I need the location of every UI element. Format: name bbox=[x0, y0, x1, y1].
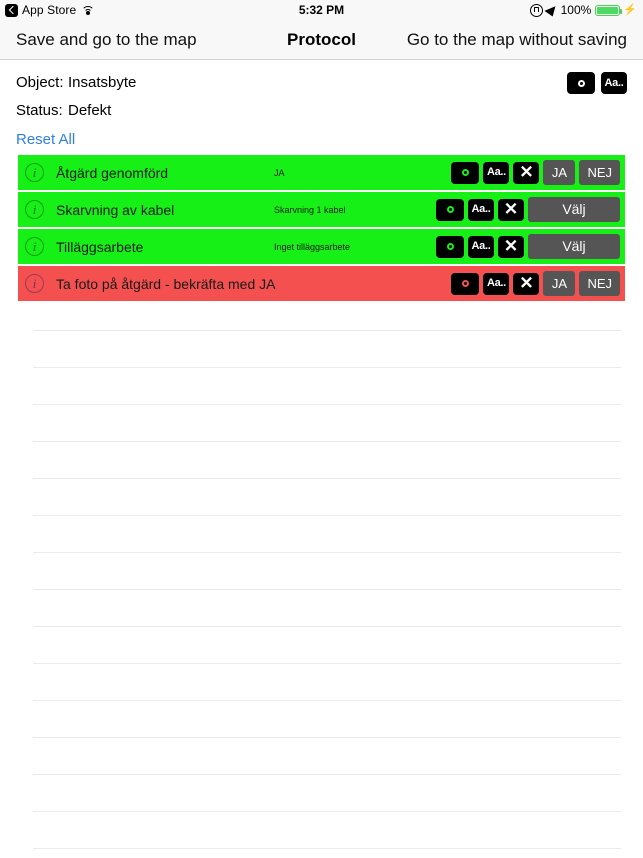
protocol-row-actions: Aa.. ✕ Välj bbox=[436, 234, 620, 259]
protocol-row-list: i Åtgärd genomförd JA Aa.. ✕ JA NEJ i Skarvning … bbox=[0, 155, 643, 301]
list-separator bbox=[33, 552, 621, 553]
row-choice-button[interactable]: Välj bbox=[528, 197, 620, 222]
list-separator bbox=[33, 774, 621, 775]
protocol-row-actions: Aa.. ✕ Välj bbox=[436, 197, 620, 222]
status-bar-left[interactable]: App Store bbox=[5, 3, 95, 17]
object-value: Insatsbyte bbox=[68, 74, 137, 91]
info-circle-icon[interactable]: i bbox=[25, 200, 44, 219]
list-separator bbox=[33, 367, 621, 368]
protocol-row-value: Inget tilläggsarbete bbox=[274, 241, 351, 252]
lightning-bolt-icon: ⚡ bbox=[623, 3, 637, 16]
list-separator bbox=[33, 515, 621, 516]
row-choice-button[interactable]: Välj bbox=[528, 234, 620, 259]
list-separator bbox=[33, 848, 621, 849]
text-note-icon[interactable]: Aa.. bbox=[468, 235, 494, 258]
protocol-row-actions: Aa.. ✕ JA NEJ bbox=[451, 271, 620, 296]
chevron-left-icon[interactable] bbox=[5, 3, 18, 17]
row-choice-button[interactable]: NEJ bbox=[579, 160, 620, 185]
list-separator bbox=[33, 626, 621, 627]
camera-icon[interactable] bbox=[436, 235, 464, 258]
list-separator bbox=[33, 663, 621, 664]
status-row: Status: Defekt bbox=[16, 102, 643, 119]
text-note-icon[interactable]: Aa.. bbox=[468, 198, 494, 221]
empty-list-area bbox=[0, 308, 643, 858]
protocol-row[interactable]: i Ta foto på åtgärd - bekräfta med JA Aa..… bbox=[18, 266, 625, 301]
navigation-bar: Save and go to the map Protocol Go to th… bbox=[0, 20, 643, 60]
battery-percent-label: 100% bbox=[560, 3, 592, 17]
returning-app-label[interactable]: App Store bbox=[22, 3, 76, 17]
protocol-row-label: Tilläggsarbete bbox=[56, 238, 144, 255]
wifi-icon bbox=[81, 5, 95, 15]
camera-icon[interactable] bbox=[451, 272, 480, 295]
object-row: Object: Insatsbyte bbox=[16, 74, 643, 91]
save-and-go-to-map-button[interactable]: Save and go to the map bbox=[16, 30, 197, 50]
protocol-row-actions: Aa.. ✕ JA NEJ bbox=[451, 160, 620, 185]
protocol-row-label: Åtgärd genomförd bbox=[56, 164, 169, 181]
close-x-icon[interactable]: ✕ bbox=[498, 198, 524, 221]
list-separator bbox=[33, 330, 621, 331]
text-note-icon[interactable]: Aa.. bbox=[483, 272, 510, 295]
go-to-map-without-saving-button[interactable]: Go to the map without saving bbox=[407, 30, 627, 50]
battery-full-icon bbox=[595, 4, 623, 16]
status-bar: App Store 5:32 PM 100% ⚡ bbox=[0, 0, 643, 20]
protocol-row-value: JA bbox=[274, 167, 285, 178]
protocol-header: Object: Insatsbyte Status: Defekt Reset … bbox=[0, 60, 643, 149]
close-x-icon[interactable]: ✕ bbox=[498, 235, 524, 258]
list-separator bbox=[33, 700, 621, 701]
location-arrow-icon bbox=[544, 3, 560, 17]
list-separator bbox=[33, 589, 621, 590]
camera-icon[interactable] bbox=[567, 72, 595, 94]
info-circle-icon[interactable]: i bbox=[25, 274, 44, 293]
protocol-row[interactable]: i Skarvning av kabel Skarvning 1 kabel Aa..… bbox=[18, 192, 625, 227]
camera-icon[interactable] bbox=[436, 198, 464, 221]
list-separator bbox=[33, 478, 621, 479]
protocol-row-label: Skarvning av kabel bbox=[56, 201, 175, 218]
list-separator bbox=[33, 737, 621, 738]
close-x-icon[interactable]: ✕ bbox=[513, 272, 540, 295]
status-label: Status: bbox=[16, 102, 63, 119]
text-note-icon[interactable]: Aa.. bbox=[601, 72, 627, 94]
row-choice-button[interactable]: NEJ bbox=[579, 271, 620, 296]
close-x-icon[interactable]: ✕ bbox=[513, 161, 540, 184]
protocol-row-label: Ta foto på åtgärd - bekräfta med JA bbox=[56, 275, 276, 292]
note-icon-label: Aa.. bbox=[471, 203, 491, 215]
list-separator bbox=[33, 441, 621, 442]
rotation-lock-icon bbox=[529, 3, 543, 17]
note-icon-label: Aa.. bbox=[486, 166, 506, 178]
protocol-row-value: Skarvning 1 kabel bbox=[274, 204, 346, 215]
header-action-icons: Aa.. bbox=[567, 72, 627, 94]
object-label: Object: bbox=[16, 74, 64, 91]
note-icon-label: Aa.. bbox=[486, 277, 506, 289]
status-bar-right: 100% ⚡ bbox=[529, 3, 637, 17]
reset-all-button[interactable]: Reset All bbox=[16, 131, 75, 148]
status-value: Defekt bbox=[68, 102, 112, 119]
row-choice-button[interactable]: JA bbox=[543, 160, 576, 185]
list-separator bbox=[33, 811, 621, 812]
protocol-row[interactable]: i Tilläggsarbete Inget tilläggsarbete Aa.. ✕… bbox=[18, 229, 625, 264]
note-icon-label: Aa.. bbox=[471, 240, 491, 252]
list-separator bbox=[33, 404, 621, 405]
info-circle-icon[interactable]: i bbox=[25, 163, 44, 182]
note-icon-label: Aa.. bbox=[604, 76, 624, 89]
row-choice-button[interactable]: JA bbox=[543, 271, 576, 296]
protocol-row[interactable]: i Åtgärd genomförd JA Aa.. ✕ JA NEJ bbox=[18, 155, 625, 190]
info-circle-icon[interactable]: i bbox=[25, 237, 44, 256]
camera-icon[interactable] bbox=[451, 161, 480, 184]
text-note-icon[interactable]: Aa.. bbox=[483, 161, 510, 184]
